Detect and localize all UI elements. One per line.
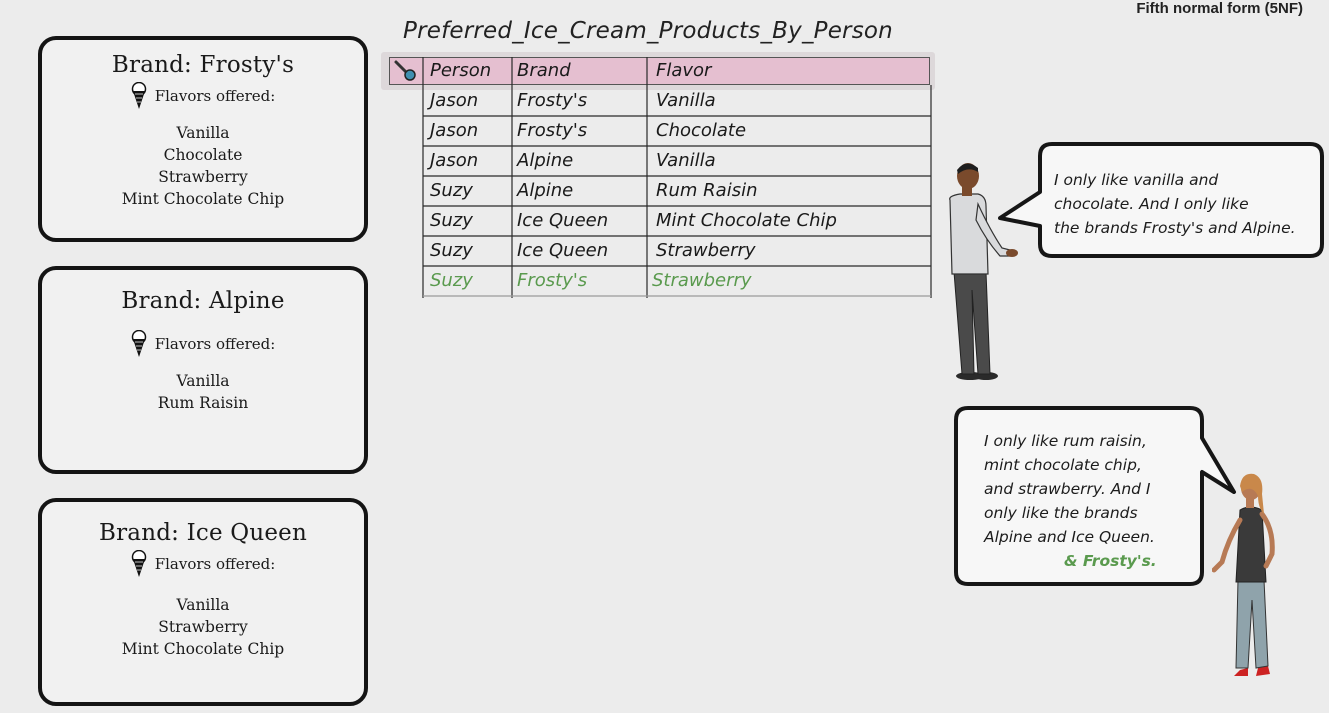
preferences-table: Person Brand Flavor Jason Frosty's Vanil… bbox=[0, 0, 1329, 713]
suzy-speech-text: I only like rum raisin, mint chocolate c… bbox=[984, 429, 1157, 573]
table-cell: Suzy bbox=[430, 210, 473, 231]
speech-line: only like the brands bbox=[984, 504, 1138, 522]
table-cell: Ice Queen bbox=[517, 210, 609, 231]
table-cell: Rum Raisin bbox=[656, 180, 758, 201]
column-header-brand: Brand bbox=[517, 60, 571, 81]
table-cell: Frosty's bbox=[517, 90, 588, 111]
speech-line: and strawberry. And I bbox=[984, 480, 1151, 498]
highlight-cell: Strawberry bbox=[652, 270, 752, 291]
speech-line: chocolate. And I only like bbox=[1054, 195, 1249, 213]
table-cell: Vanilla bbox=[656, 150, 716, 171]
speech-addition: & Frosty's. bbox=[1064, 552, 1157, 570]
speech-line: the brands Frosty's and Alpine. bbox=[1054, 219, 1296, 237]
speech-line: mint chocolate chip, bbox=[984, 456, 1142, 474]
table-cell: Suzy bbox=[430, 240, 473, 261]
speech-line: Alpine and Ice Queen. bbox=[984, 528, 1155, 546]
table-cell: Jason bbox=[430, 120, 479, 141]
table-cell: Ice Queen bbox=[517, 240, 609, 261]
column-header-flavor: Flavor bbox=[656, 60, 712, 81]
table-cell: Vanilla bbox=[656, 90, 716, 111]
table-cell: Frosty's bbox=[517, 120, 588, 141]
table-cell: Jason bbox=[430, 150, 479, 171]
table-cell: Mint Chocolate Chip bbox=[656, 210, 837, 231]
table-cell: Suzy bbox=[430, 180, 473, 201]
column-header-person: Person bbox=[430, 60, 492, 81]
speech-line: I only like vanilla and bbox=[1054, 171, 1219, 189]
table-cell: Jason bbox=[430, 90, 479, 111]
jason-speech-text: I only like vanilla and chocolate. And I… bbox=[1054, 168, 1296, 240]
table-cell: Strawberry bbox=[656, 240, 756, 261]
highlight-cell: Frosty's bbox=[517, 270, 588, 291]
table-cell: Chocolate bbox=[656, 120, 747, 141]
speech-line: I only like rum raisin, bbox=[984, 432, 1147, 450]
table-cell: Alpine bbox=[517, 180, 574, 201]
table-cell: Alpine bbox=[517, 150, 574, 171]
highlight-cell: Suzy bbox=[430, 270, 473, 291]
woman-figure bbox=[1212, 473, 1275, 676]
